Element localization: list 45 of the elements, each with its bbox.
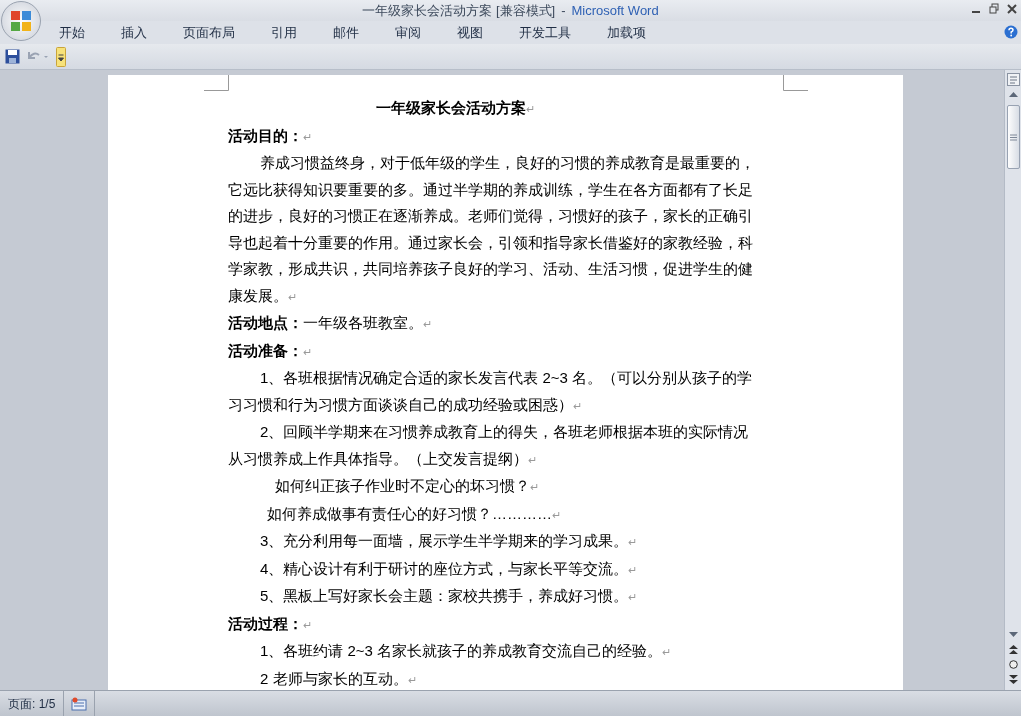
previous-page-icon[interactable] — [1008, 645, 1018, 654]
scroll-up-icon[interactable] — [1008, 92, 1018, 97]
customize-toolbar-icon[interactable] — [56, 46, 66, 67]
paragraph: 1、各班约请 2~3 名家长就孩子的养成教育交流自己的经验。↵ — [259, 641, 673, 661]
paragraph: 4、精心设计有利于研讨的座位方式，与家长平等交流。↵ — [259, 558, 639, 579]
paragraph: 2、回顾半学期来在习惯养成教育上的得失，各班老师根据本班的实际情况 从习惯养成上作具体指导。（上交发言提纲）↵ — [228, 422, 750, 469]
ribbon-tab[interactable]: 开发工具 — [518, 22, 572, 43]
paragraph: 养成习惯益终身，对于低年级的学生，良好的习惯的养成教育是最重要的， 它远比获得知识要重要的多。通过半学期的养成训练，学生在各方面都有了长足 的进步，良好的习惯正在逐渐养成。老师们觉得，习惯好的孩子，家长的正确引 导也起着十分重要的作用。通过家长会，引领和指导家长借鉴好的家教经验，科 学家教，形成共识，共同培养孩子良好的学习、活动、生活习惯，促进学生的健 康发展。↵ — [228, 153, 756, 306]
document-title: 一年级家长会活动方案↵ — [375, 98, 536, 118]
ribbon-tab[interactable]: 页面布局 — [182, 22, 236, 43]
ribbon-tab[interactable]: 引用 — [270, 22, 298, 43]
crop-mark — [783, 75, 808, 91]
paragraph: 1、各班根据情况确定合适的家长发言代表 2~3 名。（可以分别从孩子的学 习习惯和行为习惯方面谈谈自己的成功经验或困惑）↵ — [228, 368, 754, 415]
save-icon[interactable] — [5, 49, 20, 64]
crop-mark — [204, 75, 229, 91]
vertical-scrollbar[interactable] — [1004, 70, 1021, 690]
section-heading: 活动目的：↵ — [228, 125, 313, 146]
paragraph: 5、黑板上写好家长会主题：家校共携手，养成好习惯。↵ — [259, 586, 639, 606]
browse-object-icon[interactable] — [1008, 660, 1018, 669]
ribbon-tab[interactable]: 邮件 — [332, 22, 360, 43]
page-count[interactable]: 页面: 1/5 — [0, 691, 65, 716]
app-name: Microsoft Word — [571, 1, 659, 20]
question-line: 如何养成做事有责任心的好习惯？…………↵ — [266, 503, 562, 524]
section-heading: 活动地点：一年级各班教室。↵ — [228, 313, 433, 333]
ribbon-tab[interactable]: 视图 — [456, 22, 484, 43]
paragraph: 3、充分利用每一面墙，展示学生半学期来的学习成果。↵ — [259, 531, 639, 551]
question-line: 如何纠正孩子作业时不定心的坏习惯？↵ — [274, 476, 540, 496]
ruler-toggle-icon[interactable] — [1006, 73, 1020, 86]
ribbon-tab[interactable]: 审阅 — [394, 22, 422, 43]
ribbon-tab[interactable]: 开始 — [58, 22, 86, 43]
help-icon[interactable] — [1004, 25, 1018, 39]
close-icon[interactable] — [1007, 3, 1017, 15]
next-page-icon[interactable] — [1008, 675, 1018, 684]
office-logo-icon — [10, 10, 32, 32]
paragraph: 2 老师与家长的互动。↵ — [259, 668, 418, 689]
restore-icon[interactable] — [989, 3, 999, 15]
proofing-icon[interactable] — [71, 696, 88, 711]
ribbon-tab[interactable]: 加载项 — [606, 22, 647, 43]
section-heading: 活动过程：↵ — [228, 613, 313, 634]
ribbon-tab[interactable]: 插入 — [120, 22, 148, 43]
scroll-down-icon[interactable] — [1008, 632, 1018, 637]
scroll-thumb[interactable] — [1006, 105, 1020, 169]
title-separator: - — [561, 1, 566, 20]
section-heading: 活动准备：↵ — [228, 340, 313, 361]
window-title: 一年级家长会活动方案 [兼容模式] — [362, 1, 556, 20]
